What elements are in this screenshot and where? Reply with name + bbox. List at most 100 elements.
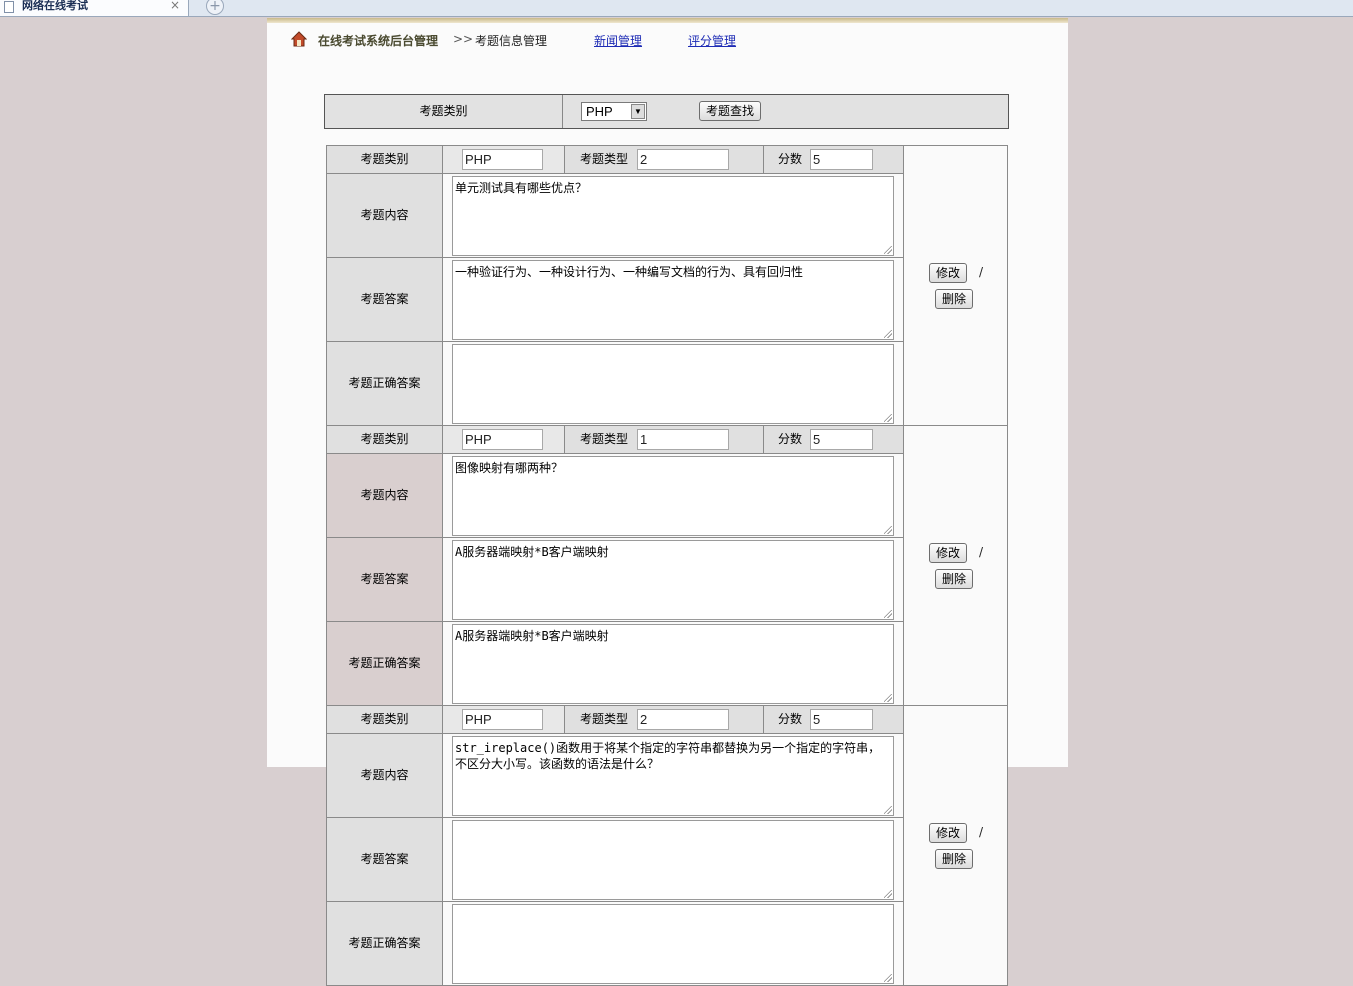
answer-cell: 一种验证行为、一种设计行为、一种编写文档的行为、具有回归性 xyxy=(442,257,904,342)
resize-grip-icon[interactable] xyxy=(884,610,892,618)
answer-cell xyxy=(442,817,904,902)
question-block: 考题类别 PHP 考题类型 1 分数 5 修改 / 删除 考题内容 图像映射有哪… xyxy=(326,425,1008,706)
new-tab-icon[interactable]: + xyxy=(206,0,224,15)
correct-answer-cell xyxy=(442,341,904,426)
correct-answer-textarea[interactable]: A服务器端映射*B客户端映射 xyxy=(452,624,894,704)
category-input[interactable]: PHP xyxy=(462,709,543,730)
content-label: 考题内容 xyxy=(326,173,443,258)
browser-tab[interactable]: 网络在线考试 × xyxy=(0,0,189,16)
delete-button[interactable]: 删除 xyxy=(935,289,974,309)
content-cell: 图像映射有哪两种？ xyxy=(442,453,904,538)
score-input[interactable]: 5 xyxy=(810,429,873,450)
content-cell: 单元测试具有哪些优点？ xyxy=(442,173,904,258)
browser-tab-bar: 网络在线考试 × + xyxy=(0,0,1353,17)
content-textarea[interactable]: str_ireplace()函数用于将某个指定的字符串都替换为另一个指定的字符串… xyxy=(452,736,894,816)
type-label: 考题类型 xyxy=(580,152,629,166)
resize-grip-icon[interactable] xyxy=(884,246,892,254)
score-label: 分数 xyxy=(778,712,803,726)
score-cell: 分数 5 xyxy=(763,145,904,174)
breadcrumb-root[interactable]: 在线考试系统后台管理 xyxy=(318,32,438,49)
score-cell: 分数 5 xyxy=(763,425,904,454)
correct-answer-label: 考题正确答案 xyxy=(326,901,443,986)
edit-button[interactable]: 修改 xyxy=(929,823,968,843)
panel-top-border xyxy=(267,18,1068,23)
category-cell: PHP xyxy=(442,425,565,454)
answer-textarea[interactable] xyxy=(452,820,894,900)
score-cell: 分数 5 xyxy=(763,705,904,734)
type-input[interactable]: 2 xyxy=(637,709,729,730)
breadcrumb: 在线考试系统后台管理 >> 考题信息管理 新闻管理 评分管理 xyxy=(267,30,1068,50)
delete-button[interactable]: 删除 xyxy=(935,849,974,869)
resize-grip-icon[interactable] xyxy=(884,806,892,814)
content-textarea[interactable]: 图像映射有哪两种？ xyxy=(452,456,894,536)
content-cell: str_ireplace()函数用于将某个指定的字符串都替换为另一个指定的字符串… xyxy=(442,733,904,818)
answer-textarea[interactable]: A服务器端映射*B客户端映射 xyxy=(452,540,894,620)
answer-label: 考题答案 xyxy=(326,257,443,342)
category-cell: PHP xyxy=(442,705,565,734)
score-input[interactable]: 5 xyxy=(810,709,873,730)
content-label: 考题内容 xyxy=(326,453,443,538)
correct-answer-text: A服务器端映射*B客户端映射 xyxy=(455,629,609,643)
answer-textarea[interactable]: 一种验证行为、一种设计行为、一种编写文档的行为、具有回归性 xyxy=(452,260,894,340)
answer-label: 考题答案 xyxy=(326,817,443,902)
category-label: 考题类别 xyxy=(326,145,443,174)
category-label: 考题类别 xyxy=(326,425,443,454)
content-text: 单元测试具有哪些优点？ xyxy=(455,181,588,195)
score-label: 分数 xyxy=(778,152,803,166)
resize-grip-icon[interactable] xyxy=(884,890,892,898)
answer-text: 一种验证行为、一种设计行为、一种编写文档的行为、具有回归性 xyxy=(455,265,804,279)
chevron-down-icon[interactable]: ▼ xyxy=(631,104,645,119)
type-input[interactable]: 1 xyxy=(637,429,729,450)
search-category-label: 考题类别 xyxy=(325,95,563,128)
resize-grip-icon[interactable] xyxy=(884,414,892,422)
news-management-link[interactable]: 新闻管理 xyxy=(594,32,642,49)
tab-title: 网络在线考试 xyxy=(22,0,88,12)
action-separator: / xyxy=(979,545,984,559)
action-cell: 修改 / 删除 xyxy=(903,425,1008,706)
search-bar: 考题类别 PHP ▼ 考题查找 xyxy=(324,94,1009,129)
correct-answer-textarea[interactable] xyxy=(452,904,894,984)
content-label: 考题内容 xyxy=(326,733,443,818)
edit-button[interactable]: 修改 xyxy=(929,543,968,563)
page-favicon-icon xyxy=(4,1,14,13)
answer-text: A服务器端映射*B客户端映射 xyxy=(455,545,609,559)
search-button[interactable]: 考题查找 xyxy=(699,101,762,121)
category-select[interactable]: PHP ▼ xyxy=(581,102,647,121)
score-management-link[interactable]: 评分管理 xyxy=(688,32,736,49)
question-block: 考题类别 PHP 考题类型 2 分数 5 修改 / 删除 考题内容 单元测试具有… xyxy=(326,145,1008,426)
correct-answer-cell: A服务器端映射*B客户端映射 xyxy=(442,621,904,706)
action-cell: 修改 / 删除 xyxy=(903,145,1008,426)
correct-answer-textarea[interactable] xyxy=(452,344,894,424)
category-cell: PHP xyxy=(442,145,565,174)
resize-grip-icon[interactable] xyxy=(884,694,892,702)
score-input[interactable]: 5 xyxy=(810,149,873,170)
resize-grip-icon[interactable] xyxy=(884,526,892,534)
breadcrumb-separator: >> xyxy=(453,32,474,46)
answer-cell: A服务器端映射*B客户端映射 xyxy=(442,537,904,622)
breadcrumb-current: 考题信息管理 xyxy=(475,34,548,48)
type-input[interactable]: 2 xyxy=(637,149,729,170)
category-input[interactable]: PHP xyxy=(462,149,543,170)
resize-grip-icon[interactable] xyxy=(884,330,892,338)
action-separator: / xyxy=(979,825,984,839)
type-cell: 考题类型 2 xyxy=(564,145,764,174)
edit-button[interactable]: 修改 xyxy=(929,263,968,283)
content-textarea[interactable]: 单元测试具有哪些优点？ xyxy=(452,176,894,256)
type-label: 考题类型 xyxy=(580,432,629,446)
action-separator: / xyxy=(979,265,984,279)
question-block: 考题类别 PHP 考题类型 2 分数 5 修改 / 删除 考题内容 str_ir… xyxy=(326,705,1008,986)
correct-answer-label: 考题正确答案 xyxy=(326,621,443,706)
type-cell: 考题类型 2 xyxy=(564,705,764,734)
tab-close-icon[interactable]: × xyxy=(170,0,180,12)
answer-label: 考题答案 xyxy=(326,537,443,622)
delete-button[interactable]: 删除 xyxy=(935,569,974,589)
correct-answer-cell xyxy=(442,901,904,986)
action-cell: 修改 / 删除 xyxy=(903,705,1008,986)
score-label: 分数 xyxy=(778,432,803,446)
home-icon xyxy=(291,31,307,47)
category-input[interactable]: PHP xyxy=(462,429,543,450)
resize-grip-icon[interactable] xyxy=(884,974,892,982)
category-label: 考题类别 xyxy=(326,705,443,734)
type-label: 考题类型 xyxy=(580,712,629,726)
content-text: 图像映射有哪两种？ xyxy=(455,461,564,475)
